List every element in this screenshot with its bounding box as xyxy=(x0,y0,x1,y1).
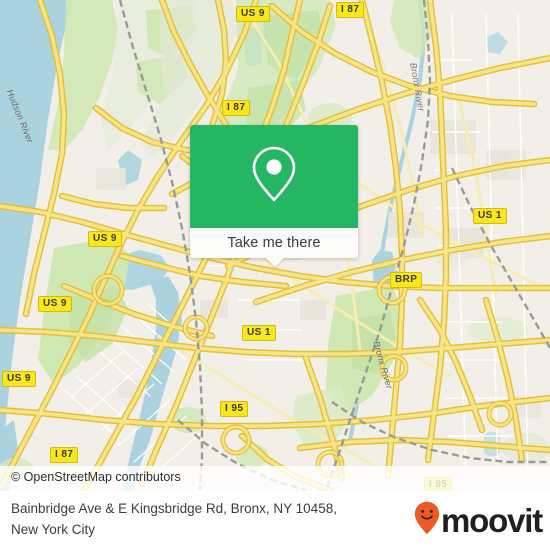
moovit-map-card: Hudson River Bronx River Bronx River US … xyxy=(0,0,550,550)
address-block: Bainbridge Ave & E Kingsbridge Rd, Bronx… xyxy=(11,498,431,540)
address-line-1: Bainbridge Ave & E Kingsbridge Rd, Bronx… xyxy=(11,501,337,516)
road-shield-brp[interactable]: BRP xyxy=(390,272,423,288)
take-me-there-label: Take me there xyxy=(227,235,321,251)
callout-header xyxy=(190,125,358,228)
road-shield-us1-center[interactable]: US 1 xyxy=(242,325,276,341)
road-shield-us1-right[interactable]: US 1 xyxy=(473,208,507,224)
road-shield-us9-left[interactable]: US 9 xyxy=(38,296,72,312)
location-pin-icon xyxy=(251,145,297,208)
osm-attribution-text[interactable]: © OpenStreetMap contributors xyxy=(11,470,181,484)
moovit-wordmark: moovit xyxy=(441,501,543,539)
footer-bar: Bainbridge Ave & E Kingsbridge Rd, Bronx… xyxy=(0,491,550,550)
road-shield-i95-mid[interactable]: I 95 xyxy=(220,401,249,417)
road-shield-i87-upper[interactable]: I 87 xyxy=(222,100,251,116)
road-shield-i87-top[interactable]: I 87 xyxy=(336,2,365,18)
address-line-2: New York City xyxy=(11,522,96,537)
moovit-pin-icon xyxy=(414,501,440,540)
road-shield-us9-top[interactable]: US 9 xyxy=(236,6,270,22)
map-attribution-bar: © OpenStreetMap contributors xyxy=(0,466,550,491)
moovit-logo[interactable]: moovit xyxy=(414,501,543,540)
road-shield-us9-mid[interactable]: US 9 xyxy=(88,231,122,247)
callout-pointer-tail xyxy=(265,257,285,267)
road-shield-us9-lower-left[interactable]: US 9 xyxy=(2,371,36,387)
callout-cta-row[interactable]: Take me there xyxy=(190,228,358,258)
location-callout-card[interactable]: Take me there xyxy=(190,125,358,258)
road-shield-i87-bottom[interactable]: I 87 xyxy=(50,447,79,463)
